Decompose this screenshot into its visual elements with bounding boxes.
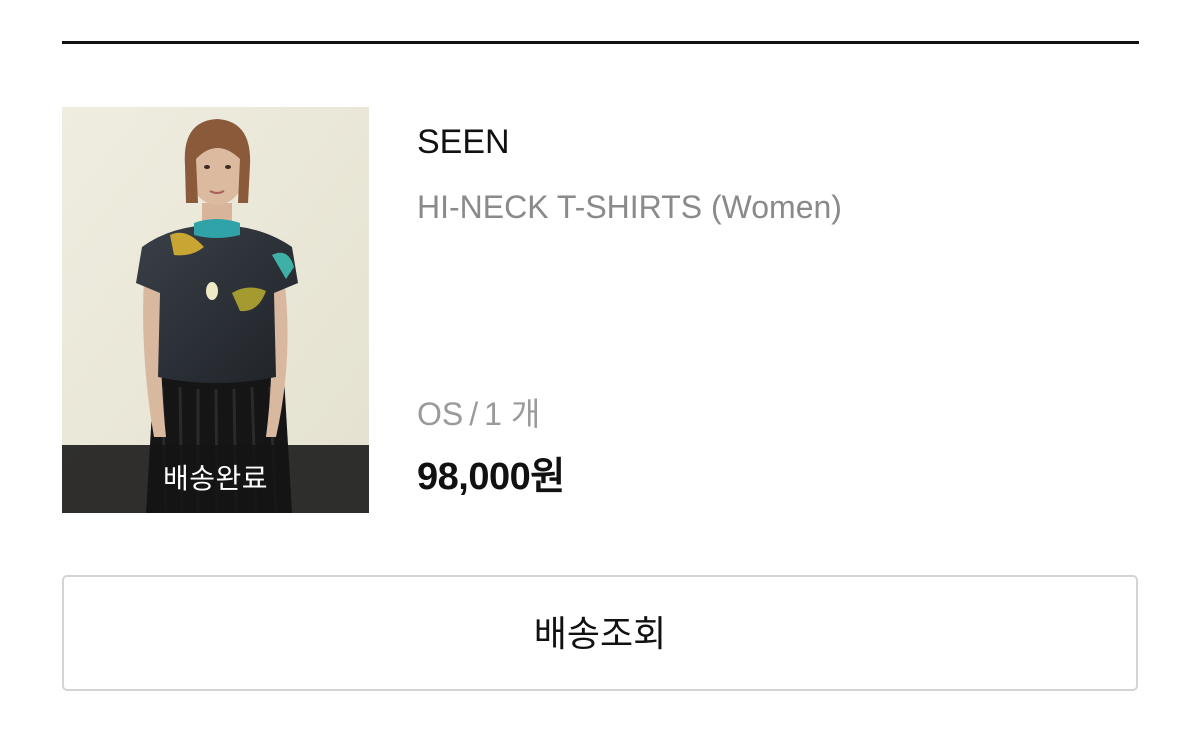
product-name[interactable]: HI-NECK T-SHIRTS (Women): [417, 189, 842, 226]
brand-name[interactable]: SEEN: [417, 123, 510, 162]
option-summary: OS/1 개: [417, 389, 540, 435]
top-divider: [62, 41, 1139, 44]
option-size: OS: [417, 396, 464, 432]
price: 98,000원: [417, 456, 565, 498]
option-quantity: 1 개: [484, 396, 541, 432]
order-item-card[interactable]: 배송완료 SEEN HI-NECK T-SHIRTS (Women) OS/1 …: [62, 107, 1139, 513]
product-thumbnail[interactable]: 배송완료: [62, 107, 369, 513]
option-separator: /: [469, 396, 479, 432]
track-shipping-button[interactable]: 배송조회: [62, 575, 1138, 691]
product-info: SEEN HI-NECK T-SHIRTS (Women) OS/1 개 98,…: [417, 107, 1117, 513]
delivery-status-badge: 배송완료: [62, 445, 369, 513]
